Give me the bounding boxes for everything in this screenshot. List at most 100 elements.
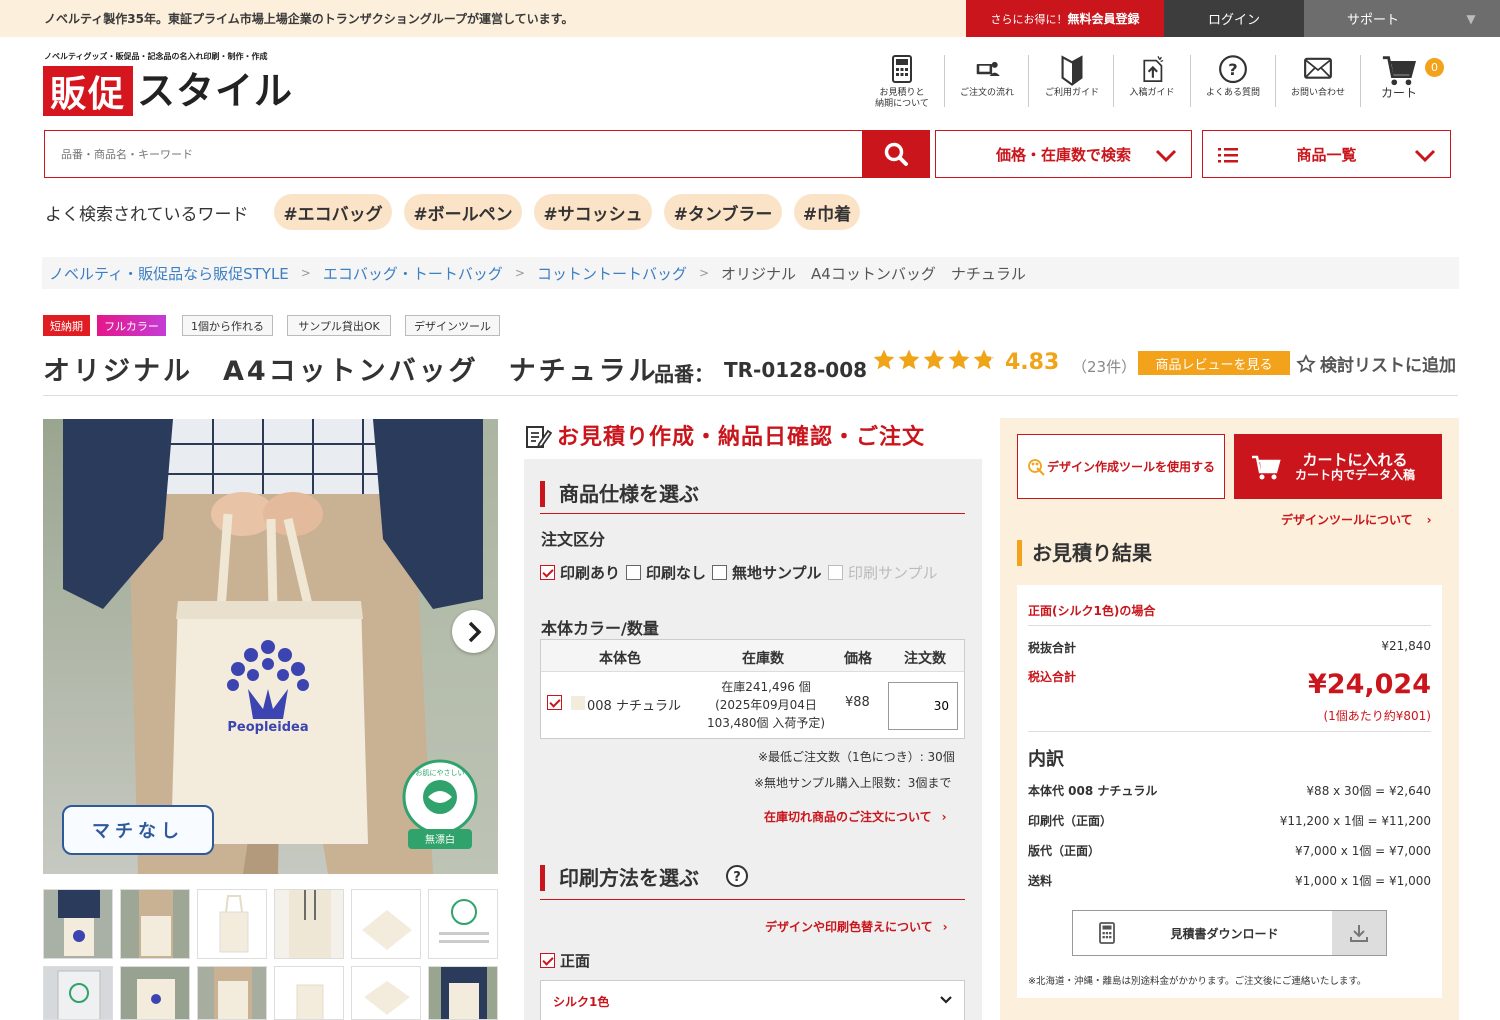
cart-count-badge: 0 [1425, 58, 1444, 77]
option-plain-sample[interactable]: 無地サンプル [712, 562, 822, 583]
popular-tag[interactable]: #エコバッグ [274, 194, 392, 230]
product-list-dropdown[interactable]: 商品一覧 [1202, 130, 1451, 178]
thumbnail-4[interactable] [274, 889, 344, 959]
subtotal-label: 税抜合計 [1028, 641, 1077, 655]
thumbnail-5[interactable] [351, 889, 421, 959]
header-link-contact[interactable]: お問い合わせ [1281, 52, 1355, 110]
breadcrumb-current: オリジナル A4コットンバッグ ナチュラル [721, 264, 1026, 283]
thumbnail-1[interactable] [43, 889, 113, 959]
add-to-wishlist-button[interactable]: 検討リストに追加 [1296, 351, 1456, 376]
upload-icon [1143, 55, 1164, 82]
download-icon [1350, 925, 1368, 942]
option-print-sample: 印刷サンプル [828, 562, 938, 583]
thumbnail-7[interactable] [43, 966, 113, 1020]
header-link-upload-guide[interactable]: 入稿ガイド [1118, 52, 1186, 110]
divider [1028, 731, 1431, 732]
download-quote-button[interactable]: 見積書ダウンロード [1072, 910, 1387, 956]
beginner-mark-icon [1061, 55, 1083, 86]
stockout-link[interactable]: 在庫切れ商品のご注文について › [764, 808, 947, 825]
header-link-quote[interactable]: お見積りと 納期について [866, 52, 938, 110]
chevron-down-icon [1414, 149, 1436, 163]
chevron-right-icon: > [300, 266, 311, 280]
option-with-print[interactable]: 印刷あり [540, 562, 620, 583]
price-stock-search-dropdown[interactable]: 価格・在庫数で検索 [935, 130, 1192, 178]
eco-stamp-top-text: お肌にやさしい [416, 769, 465, 777]
option-label: 無地サンプル [732, 564, 822, 582]
divider [540, 899, 965, 900]
header-link-guide[interactable]: ご利用ガイド [1034, 52, 1110, 110]
header-link-label: ご利用ガイド [1044, 88, 1099, 98]
design-tool-icon [1028, 458, 1045, 476]
wishlist-label: 検討リストに追加 [1320, 356, 1456, 376]
popular-tag[interactable]: #ボールペン [404, 194, 522, 230]
thumbnail-9[interactable] [197, 966, 267, 1020]
chevron-right-icon: › [1426, 513, 1432, 527]
checkbox[interactable] [626, 565, 641, 580]
popular-tag[interactable]: #タンブラー [664, 194, 782, 230]
free-register-button[interactable]: さらにお得に！ 無料会員登録 [966, 0, 1164, 37]
print-method-select[interactable]: シルク1色 [540, 980, 965, 1020]
design-color-link[interactable]: デザインや印刷色替えについて › [765, 918, 948, 935]
help-icon[interactable]: ? [725, 864, 749, 888]
thumbnail-6[interactable] [428, 889, 498, 959]
search-button[interactable] [862, 130, 930, 178]
chevron-right-icon [468, 621, 481, 642]
design-tool-info-link[interactable]: デザインツールについて › [1281, 511, 1432, 528]
total-value: ¥24,024 [1308, 669, 1431, 700]
breadcrumb-link[interactable]: エコバッグ・トートバッグ [323, 263, 503, 284]
logo[interactable]: 販促 [43, 66, 133, 116]
logo-text[interactable]: スタイル [137, 66, 293, 116]
front-print-option[interactable]: 正面 [540, 950, 590, 971]
popular-tag[interactable]: #サコッシュ [534, 194, 652, 230]
login-button[interactable]: ログイン [1164, 0, 1304, 37]
quantity-input[interactable] [888, 682, 958, 730]
chevron-down-icon [940, 996, 952, 1004]
header-link-order-flow[interactable]: ご注文の流れ [950, 52, 1024, 110]
checkbox[interactable] [712, 565, 727, 580]
divider [1028, 625, 1431, 626]
option-label: 印刷あり [560, 564, 621, 582]
divider [1028, 55, 1029, 107]
breakdown-label: 版代（正面） [1028, 844, 1101, 858]
breakdown-label: 印刷代（正面） [1028, 814, 1113, 828]
table-header-cell: 価格 [844, 651, 872, 667]
total-label: 税込合計 [1028, 670, 1077, 684]
checkbox[interactable] [540, 565, 555, 580]
popular-words-label: よく検索されているワード [45, 205, 249, 225]
option-label: 印刷サンプル [848, 564, 938, 582]
breadcrumb-link[interactable]: ノベルティ・販促品なら販促STYLE [49, 263, 289, 284]
breadcrumb-link[interactable]: コットントートバッグ [537, 263, 687, 284]
header-link-cart[interactable]: カート [1366, 52, 1432, 110]
checkbox[interactable] [540, 953, 555, 968]
option-no-print[interactable]: 印刷なし [626, 562, 706, 583]
register-big-text: 無料会員登録 [1067, 12, 1140, 26]
support-button[interactable]: サポート [1304, 0, 1442, 37]
thumbnail-3[interactable] [197, 889, 267, 959]
view-reviews-button[interactable]: 商品レビューを見る [1138, 351, 1290, 375]
popular-tag[interactable]: #巾着 [794, 194, 860, 230]
chevron-right-icon: > [514, 266, 525, 280]
star-icon [948, 349, 970, 370]
thumbnail-12[interactable] [428, 966, 498, 1020]
breakdown-row: 送料 ¥1,000 x 1個 = ¥1,000 [1028, 872, 1431, 889]
no-gusset-label: マチなし [62, 805, 214, 855]
logo-box-text: 販促 [49, 74, 126, 115]
use-design-tool-button[interactable]: デザイン作成ツールを使用する [1017, 434, 1225, 499]
order-type-label: 注文区分 [541, 530, 606, 549]
search-input[interactable] [44, 130, 862, 178]
list-icon [1218, 148, 1238, 163]
thumbnail-2[interactable] [120, 889, 190, 959]
review-count: （23件） [1072, 358, 1137, 376]
breakdown-value: ¥11,200 x 1個 = ¥11,200 [1279, 814, 1431, 828]
header-link-faq[interactable]: ? よくある質問 [1196, 52, 1270, 110]
color-row-checkbox[interactable] [547, 695, 562, 710]
next-image-button[interactable] [452, 610, 495, 653]
thumbnail-11[interactable] [351, 966, 421, 1020]
thumbnail-8[interactable] [120, 966, 190, 1020]
add-to-cart-button[interactable]: カートに入れる カート内でデータ入稿 [1234, 434, 1442, 499]
edit-document-icon [526, 426, 552, 449]
spec-section-heading: 商品仕様を選ぶ [540, 481, 699, 507]
thumbnail-10[interactable] [274, 966, 344, 1020]
breakdown-row: 版代（正面） ¥7,000 x 1個 = ¥7,000 [1028, 842, 1431, 859]
chevron-down-icon[interactable]: ▼ [1442, 0, 1500, 37]
